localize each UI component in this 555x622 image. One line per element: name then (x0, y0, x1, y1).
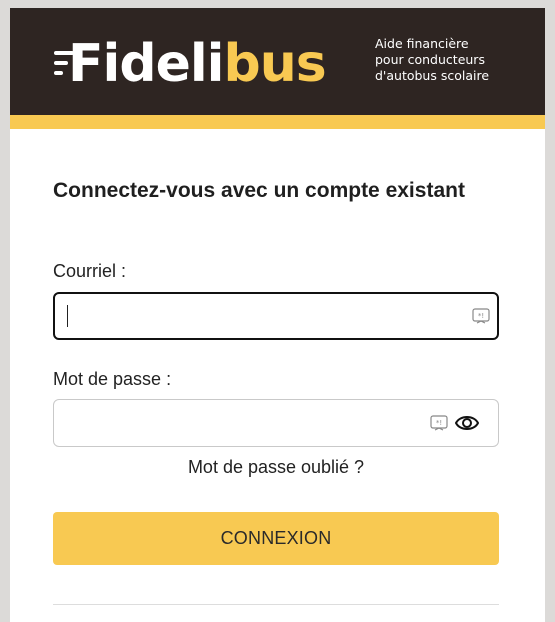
svg-text:*!: *! (436, 419, 442, 427)
text-caret (67, 305, 68, 327)
login-button[interactable]: CONNEXION (53, 512, 499, 565)
keyboard-icon[interactable]: *! (472, 308, 490, 324)
login-card: Fideli bus Aide financière pour conducteu… (10, 8, 545, 622)
password-label: Mot de passe : (53, 369, 172, 389)
email-label: Courriel : (53, 261, 127, 281)
forgot-password-link[interactable]: Mot de passe oublié ? (53, 457, 499, 478)
header-accent-stripe (10, 115, 545, 129)
tagline-line: d'autobus scolaire (375, 68, 490, 83)
tagline-line: pour conducteurs (375, 52, 485, 67)
brand-tagline: Aide financière pour conducteurs d'autob… (375, 36, 535, 84)
eye-icon[interactable] (455, 412, 479, 434)
email-field[interactable]: *! (53, 292, 499, 340)
logo-text-bus: bus (223, 34, 326, 94)
fidelibus-logo: Fideli bus (54, 34, 327, 94)
svg-text:*!: *! (478, 312, 484, 320)
password-field[interactable]: *! (53, 399, 499, 447)
divider (53, 604, 499, 605)
logo-text-fideli: Fideli (68, 34, 224, 94)
speed-lines-icon (54, 42, 74, 86)
header-banner: Fideli bus Aide financière pour conducteu… (10, 8, 545, 115)
tagline-line: Aide financière (375, 36, 469, 51)
keyboard-icon[interactable]: *! (430, 415, 448, 431)
form-title: Connectez-vous avec un compte existant (53, 179, 465, 202)
